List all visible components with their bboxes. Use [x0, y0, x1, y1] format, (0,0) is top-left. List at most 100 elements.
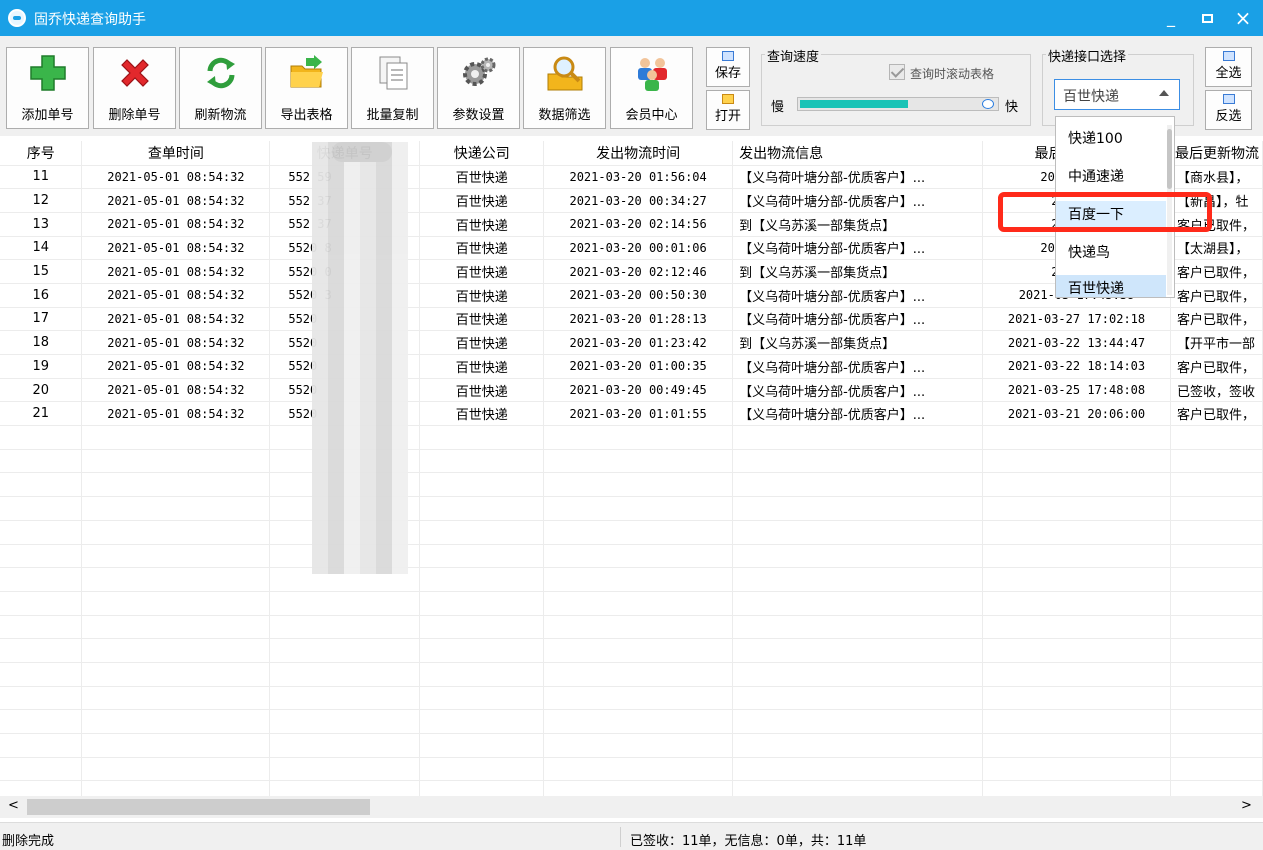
empty-cell: [1170, 733, 1263, 758]
column-header[interactable]: 发出物流信息: [732, 141, 984, 166]
data-filter-label: 数据筛选: [538, 108, 591, 123]
empty-cell: [81, 520, 271, 545]
table-row[interactable]: 21 2021-05-01 08:54:32 5520 百世快递 2021-03-20 …: [0, 401, 1263, 427]
column-header[interactable]: 序号: [0, 141, 83, 166]
empty-cell: [732, 757, 984, 782]
courier-option[interactable]: 中通速递: [1056, 163, 1166, 191]
settings-button[interactable]: 参数设置: [437, 47, 520, 129]
data-filter-button[interactable]: 数据筛选: [523, 47, 606, 129]
column-header[interactable]: 发出物流时间: [543, 141, 734, 166]
empty-cell: [0, 709, 83, 734]
column-header[interactable]: 查单时间: [81, 141, 271, 166]
empty-cell: [1170, 544, 1263, 569]
cell-update-info: 【太湖县】，: [1170, 236, 1263, 261]
empty-cell: [269, 780, 421, 796]
chevron-up-icon[interactable]: [1159, 90, 1169, 96]
horizontal-scrollbar[interactable]: < >: [0, 796, 1263, 818]
refresh-logistics-button[interactable]: 刷新物流: [179, 47, 262, 129]
refresh-icon: [207, 57, 235, 89]
empty-cell: [543, 544, 734, 569]
scroll-left-icon[interactable]: <: [8, 798, 19, 813]
export-table-label: 导出表格: [280, 108, 333, 123]
minimize-button[interactable]: _: [1158, 6, 1184, 30]
courier-group-label: 快递接口选择: [1046, 46, 1129, 65]
empty-cell: [543, 662, 734, 687]
courier-option-selected[interactable]: 百世快递: [1056, 275, 1166, 297]
window-title: 固乔快递查询助手: [34, 12, 146, 28]
column-header[interactable]: 快递公司: [419, 141, 545, 166]
empty-row: [0, 520, 1263, 545]
courier-select[interactable]: 百世快递: [1054, 79, 1180, 110]
speed-slider-thumb[interactable]: [982, 99, 994, 109]
empty-row: [0, 567, 1263, 592]
empty-cell: [732, 780, 984, 796]
invert-select-icon: [1222, 94, 1235, 104]
member-center-button[interactable]: 会员中心: [610, 47, 693, 129]
courier-option[interactable]: 快递鸟: [1056, 239, 1166, 267]
select-all-button[interactable]: 全选: [1205, 47, 1252, 87]
cell-index: 14: [0, 236, 83, 261]
empty-cell: [269, 638, 421, 663]
cell-index: 16: [0, 283, 83, 308]
empty-cell: [543, 591, 734, 616]
close-button[interactable]: ×: [1230, 6, 1256, 30]
cell-query-time: 2021-05-01 08:54:32: [81, 330, 271, 355]
scroll-table-checkbox[interactable]: [889, 64, 905, 80]
empty-cell: [982, 780, 1171, 796]
invert-select-button[interactable]: 反选: [1205, 90, 1252, 130]
empty-cell: [1170, 425, 1263, 450]
maximize-button[interactable]: [1194, 6, 1220, 30]
empty-cell: [1170, 615, 1263, 640]
cell-send-time: 2021-03-20 00:50:30: [543, 283, 734, 308]
empty-row: [0, 662, 1263, 687]
cell-send-info: 【义乌荷叶塘分部-优质客户】...: [732, 307, 984, 332]
add-number-button[interactable]: 添加单号: [6, 47, 89, 129]
cell-index: 11: [0, 165, 83, 190]
delete-number-button[interactable]: 删除单号: [93, 47, 176, 129]
empty-cell: [81, 615, 271, 640]
table-row[interactable]: 19 2021-05-01 08:54:32 5520 百世快递 2021-03-20 …: [0, 354, 1263, 379]
empty-cell: [543, 425, 734, 450]
empty-cell: [982, 709, 1171, 734]
cell-send-info: 【义乌荷叶塘分部-优质客户】...: [732, 354, 984, 379]
cell-query-time: 2021-05-01 08:54:32: [81, 378, 271, 403]
cell-send-time: 2021-03-20 00:34:27: [543, 188, 734, 213]
empty-cell: [419, 449, 545, 474]
table-row[interactable]: 17 2021-05-01 08:54:32 5520 百世快递 2021-03-20 …: [0, 307, 1263, 332]
batch-copy-button[interactable]: 批量复制: [351, 47, 434, 129]
empty-cell: [732, 686, 984, 711]
empty-cell: [81, 544, 271, 569]
empty-cell: [732, 496, 984, 521]
cell-send-info: 到【义乌苏溪一部集货点】: [732, 330, 984, 355]
empty-cell: [1170, 472, 1263, 498]
cell-query-time: 2021-05-01 08:54:32: [81, 307, 271, 332]
cell-send-time: 2021-03-20 00:49:45: [543, 378, 734, 403]
table-row[interactable]: 18 2021-05-01 08:54:32 5520 百世快递 2021-03-20 …: [0, 330, 1263, 355]
empty-cell: [419, 757, 545, 782]
open-button[interactable]: 打开: [706, 90, 750, 130]
dropdown-scroll-thumb[interactable]: [1167, 129, 1172, 189]
empty-cell: [269, 733, 421, 758]
cell-index: 18: [0, 330, 83, 355]
empty-cell: [982, 757, 1171, 782]
cell-company: 百世快递: [419, 330, 545, 355]
cell-company: 百世快递: [419, 259, 545, 284]
cell-update-info: 客户已取件，: [1170, 283, 1263, 308]
cell-company: 百世快递: [419, 307, 545, 332]
scroll-thumb[interactable]: [27, 799, 370, 815]
empty-cell: [982, 615, 1171, 640]
empty-cell: [732, 733, 984, 758]
empty-cell: [269, 686, 421, 711]
speed-slider[interactable]: [797, 97, 999, 111]
empty-cell: [419, 709, 545, 734]
export-table-button[interactable]: 导出表格: [265, 47, 348, 129]
scroll-right-icon[interactable]: >: [1241, 798, 1252, 813]
empty-row: [0, 591, 1263, 616]
table-row[interactable]: 20 2021-05-01 08:54:32 5520 百世快递 2021-03-20 …: [0, 378, 1263, 403]
column-header[interactable]: 最后更新物流: [1170, 141, 1263, 166]
empty-cell: [1170, 757, 1263, 782]
courier-option[interactable]: 快递100: [1056, 125, 1166, 153]
empty-cell: [732, 662, 984, 687]
empty-cell: [982, 544, 1171, 569]
save-button[interactable]: 保存: [706, 47, 750, 87]
